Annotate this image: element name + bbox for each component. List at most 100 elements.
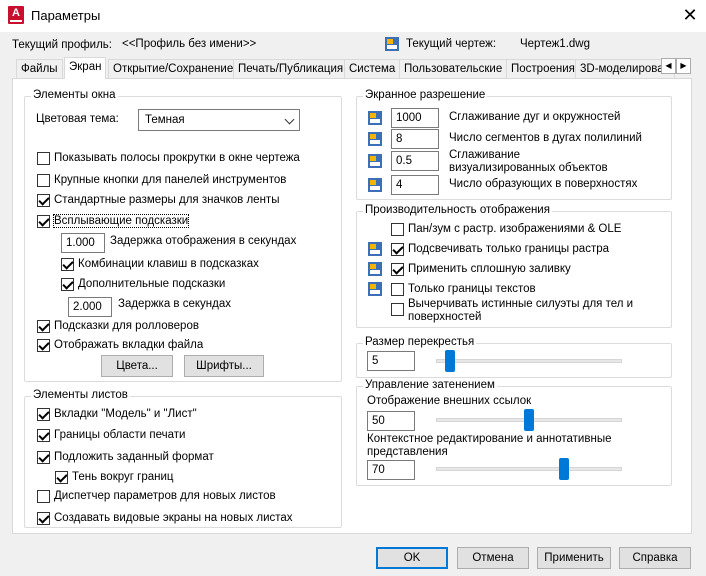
color-theme-value: Темная: [145, 114, 185, 126]
solid-fill-checkbox[interactable]: [391, 263, 404, 276]
silhouette-checkbox[interactable]: [391, 303, 404, 316]
crosshair-size-input[interactable]: 5: [367, 351, 415, 371]
extended-tooltips-checkbox[interactable]: [61, 278, 74, 291]
create-viewport-checkbox[interactable]: [37, 512, 50, 525]
drawing-setting-icon: [367, 110, 383, 126]
current-drawing-label: Текущий чертеж:: [406, 38, 497, 50]
window-elements-title: Элементы окна: [31, 89, 118, 101]
tooltip-delay-input[interactable]: 1.000: [61, 233, 105, 253]
drawing-icon: [384, 36, 400, 52]
highlight-raster-checkbox[interactable]: [391, 243, 404, 256]
color-theme-select[interactable]: Темная: [138, 109, 300, 131]
tab-plot-publish[interactable]: Печать/Публикация: [233, 59, 349, 78]
ok-button[interactable]: OK: [376, 547, 448, 569]
arc-smoothness-label: Сглаживание дуг и окружностей: [449, 111, 621, 123]
shortcut-keys-label: Комбинации клавиш в подсказках: [78, 258, 259, 270]
title-bar: [0, 0, 706, 32]
drawing-setting-icon: [367, 177, 383, 193]
drawing-setting-icon: [367, 281, 383, 297]
display-performance-title: Производительность отображения: [363, 204, 552, 216]
text-boundary-checkbox[interactable]: [391, 283, 404, 296]
drawing-setting-icon: [367, 153, 383, 169]
pan-zoom-raster-label: Пан/зум с растр. изображениями & OLE: [408, 223, 622, 235]
cancel-button[interactable]: Отмена: [457, 547, 529, 569]
rollover-tooltips-label: Подсказки для ролловеров: [54, 320, 199, 332]
drawing-setting-icon: [367, 241, 383, 257]
crosshair-size-title: Размер перекрестья: [363, 336, 477, 348]
highlight-raster-label: Подсвечивать только границы растра: [408, 243, 609, 255]
file-tabs-checkbox[interactable]: [37, 339, 50, 352]
tab-user-preferences[interactable]: Пользовательские: [399, 59, 508, 78]
close-icon[interactable]: ✕: [682, 5, 698, 25]
show-scrollbars-checkbox[interactable]: [37, 152, 50, 165]
file-tabs-label: Отображать вкладки файла: [54, 339, 204, 351]
help-button[interactable]: Справка: [619, 547, 691, 569]
colors-button[interactable]: Цвета...: [101, 355, 173, 377]
xref-fade-input[interactable]: 50: [367, 411, 415, 431]
show-scrollbars-label: Показывать полосы прокрутки в окне черте…: [54, 152, 300, 164]
layout-elements-title: Элементы листов: [31, 389, 130, 401]
inplace-fade-label: Контекстное редактирование и аннотативны…: [367, 433, 612, 458]
paper-background-label: Подложить заданный формат: [54, 451, 214, 463]
ribbon-icons-checkbox[interactable]: [37, 194, 50, 207]
tab-system[interactable]: Система: [344, 59, 401, 78]
ribbon-icons-label: Стандартные размеры для значков ленты: [54, 194, 280, 206]
inplace-fade-slider-track: [436, 467, 622, 471]
drawing-setting-icon: [367, 261, 383, 277]
printable-area-checkbox[interactable]: [37, 429, 50, 442]
color-theme-label: Цветовая тема:: [36, 113, 119, 125]
tab-drafting[interactable]: Построения: [506, 59, 580, 78]
tab-3d-modeling[interactable]: 3D-моделирова: [575, 59, 675, 78]
paper-background-checkbox[interactable]: [37, 451, 50, 464]
paper-shadow-label: Тень вокруг границ: [72, 471, 174, 483]
polyline-segments-input[interactable]: 8: [391, 129, 439, 149]
contour-lines-label: Число образующих в поверхностях: [449, 178, 638, 190]
fade-control-title: Управление затенением: [363, 379, 497, 391]
tab-open-save[interactable]: Открытие/Сохранение: [108, 59, 239, 78]
render-smoothness-input[interactable]: 0.5: [391, 151, 439, 171]
page-setup-manager-label: Диспетчер параметров для новых листов: [54, 490, 276, 502]
xref-fade-slider-thumb[interactable]: [524, 409, 534, 431]
printable-area-label: Границы области печати: [54, 429, 186, 441]
paper-shadow-checkbox[interactable]: [55, 471, 68, 484]
rollover-tooltips-checkbox[interactable]: [37, 320, 50, 333]
tooltips-label: Всплывающие подсказки: [52, 214, 190, 228]
chevron-down-icon: [284, 114, 295, 125]
large-buttons-checkbox[interactable]: [37, 174, 50, 187]
crosshair-size-slider-track: [436, 359, 622, 363]
arc-smoothness-input[interactable]: 1000: [391, 108, 439, 128]
tooltips-checkbox[interactable]: [37, 215, 50, 228]
apply-button[interactable]: Применить: [537, 547, 611, 569]
display-resolution-title: Экранное разрешение: [363, 89, 488, 101]
extended-delay-input[interactable]: 2.000: [68, 297, 112, 317]
current-profile-label: Текущий профиль:: [12, 39, 112, 51]
pan-zoom-raster-checkbox[interactable]: [391, 223, 404, 236]
create-viewport-label: Создавать видовые экраны на новых листах: [54, 512, 293, 524]
xref-fade-label: Отображение внешних ссылок: [367, 395, 532, 407]
current-drawing-value: Чертеж1.dwg: [520, 38, 590, 50]
model-layout-tabs-checkbox[interactable]: [37, 408, 50, 421]
crosshair-size-slider-thumb[interactable]: [444, 350, 455, 372]
model-layout-tabs-label: Вкладки "Модель" и "Лист": [54, 408, 197, 420]
solid-fill-label: Применить сплошную заливку: [408, 263, 571, 275]
silhouette-label: Вычерчивать истинные силуэты для тел и п…: [408, 298, 634, 323]
page-setup-manager-checkbox[interactable]: [37, 490, 50, 503]
tab-display[interactable]: Экран: [64, 57, 107, 79]
inplace-fade-slider-thumb[interactable]: [559, 458, 570, 480]
fonts-button[interactable]: Шрифты...: [184, 355, 264, 377]
large-buttons-label: Крупные кнопки для панелей инструментов: [54, 174, 287, 186]
autocad-logo-icon: A: [8, 6, 24, 24]
extended-tooltips-label: Дополнительные подсказки: [78, 278, 226, 290]
text-boundary-label: Только границы текстов: [408, 283, 536, 295]
shortcut-keys-checkbox[interactable]: [61, 258, 74, 271]
inplace-fade-input[interactable]: 70: [367, 460, 415, 480]
tab-scroll-left-icon[interactable]: ◀: [661, 58, 676, 74]
tooltip-delay-label: Задержка отображения в секундах: [110, 235, 297, 247]
tab-scroll-right-icon[interactable]: ▶: [676, 58, 691, 74]
contour-lines-input[interactable]: 4: [391, 175, 439, 195]
window-title: Параметры: [31, 8, 101, 23]
current-profile-value: <<Профиль без имени>>: [122, 38, 257, 50]
tab-files[interactable]: Файлы: [16, 59, 63, 78]
drawing-setting-icon: [367, 131, 383, 147]
render-smoothness-label: Сглаживание визуализированных объектов: [449, 149, 608, 174]
